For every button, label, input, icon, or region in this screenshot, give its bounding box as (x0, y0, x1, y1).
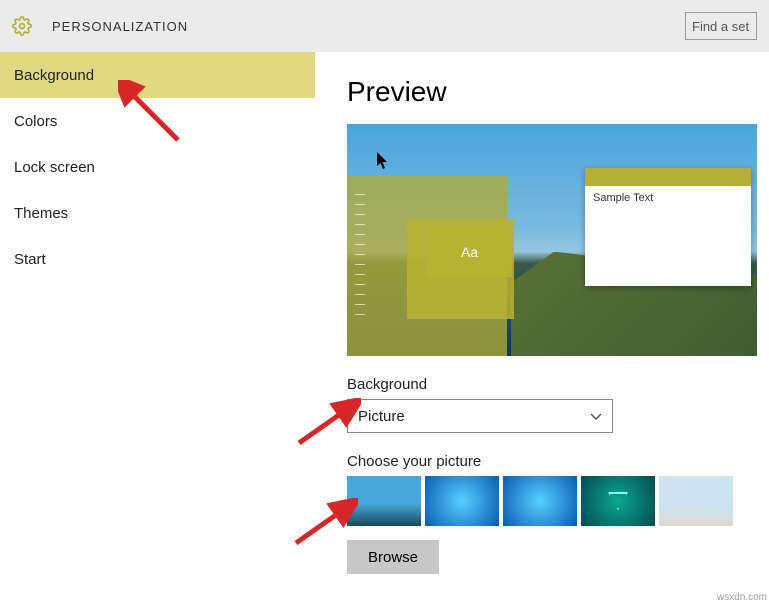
sidebar-item-label: Start (14, 251, 46, 268)
main-panel: Preview Aa Sample Text Background Pictur… (315, 52, 769, 605)
sidebar-item-themes[interactable]: Themes (0, 190, 315, 236)
choose-picture-label: Choose your picture (347, 453, 769, 470)
sidebar: Background Colors Lock screen Themes Sta… (0, 52, 315, 605)
sidebar-item-label: Background (14, 67, 94, 84)
sidebar-item-start[interactable]: Start (0, 236, 315, 282)
gear-icon (12, 16, 32, 36)
preview-aa-tile: Aa (427, 227, 512, 277)
background-dropdown[interactable]: Picture (347, 399, 613, 433)
desktop-preview: Aa Sample Text (347, 124, 757, 356)
picture-thumb-3[interactable] (581, 476, 655, 526)
dropdown-value: Picture (358, 408, 405, 425)
sidebar-item-label: Themes (14, 205, 68, 222)
browse-label: Browse (368, 549, 418, 566)
search-input[interactable]: Find a set (685, 12, 757, 40)
page-title: PERSONALIZATION (52, 19, 188, 34)
preview-ruler (355, 194, 365, 324)
sidebar-item-colors[interactable]: Colors (0, 98, 315, 144)
header-bar: PERSONALIZATION Find a set (0, 0, 769, 52)
chevron-down-icon (590, 408, 602, 425)
sidebar-item-label: Colors (14, 113, 57, 130)
preview-sample-window: Sample Text (585, 168, 751, 286)
watermark: wsxdn.com (717, 592, 767, 603)
picture-thumb-1[interactable] (425, 476, 499, 526)
cursor-icon (377, 152, 391, 175)
sample-window-text: Sample Text (585, 186, 751, 210)
picture-thumb-4[interactable] (659, 476, 733, 526)
sample-window-titlebar (585, 168, 751, 186)
aa-label: Aa (461, 244, 478, 260)
search-placeholder: Find a set (692, 19, 749, 34)
picture-thumb-0[interactable] (347, 476, 421, 526)
sidebar-item-label: Lock screen (14, 159, 95, 176)
browse-button[interactable]: Browse (347, 540, 439, 574)
background-label: Background (347, 376, 769, 393)
picture-thumbnails (347, 476, 769, 526)
picture-thumb-2[interactable] (503, 476, 577, 526)
preview-heading: Preview (347, 76, 769, 108)
sidebar-item-lockscreen[interactable]: Lock screen (0, 144, 315, 190)
sidebar-item-background[interactable]: Background (0, 52, 315, 98)
